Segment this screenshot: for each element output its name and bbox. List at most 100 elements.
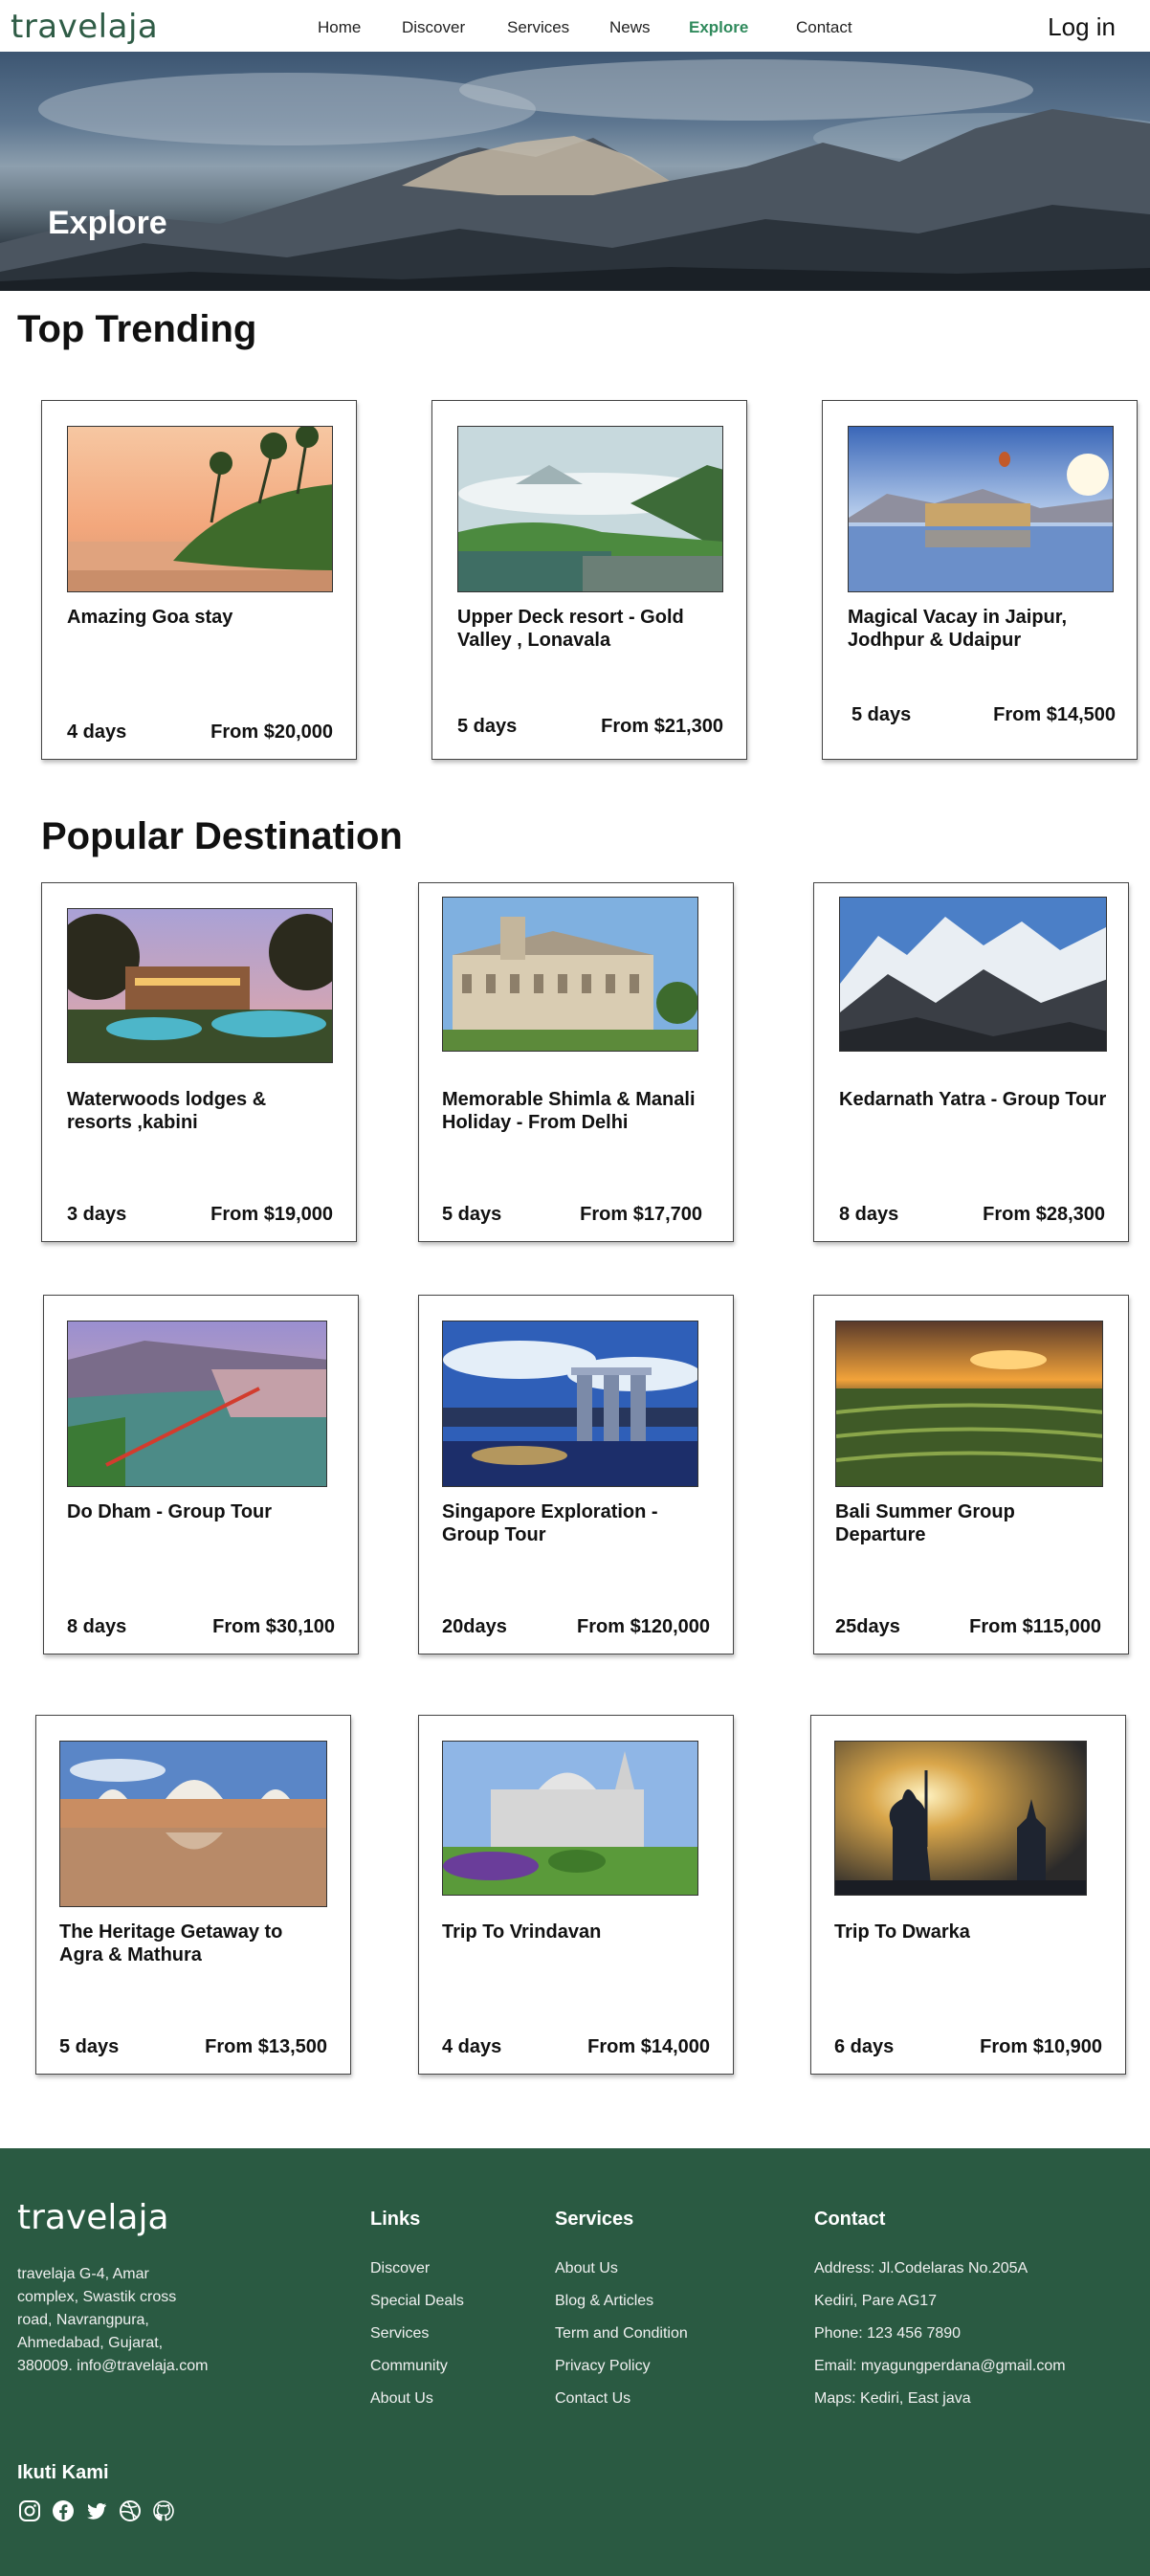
card-duration: 25days — [835, 1616, 900, 1637]
footer-address: travelaja G-4, Amar complex, Swastik cro… — [17, 2266, 209, 2374]
card-photo — [834, 1741, 1087, 1896]
footer-contact-list: Address: Jl.Codelaras No.205A Kediri, Pa… — [814, 2259, 1066, 2422]
card-price: From $20,000 — [210, 722, 333, 743]
instagram-icon[interactable] — [17, 2498, 42, 2523]
footer-service-about-us[interactable]: About Us — [555, 2259, 688, 2292]
card-duration: 4 days — [442, 2036, 502, 2057]
footer-service-contact[interactable]: Contact Us — [555, 2389, 688, 2422]
brand-logo[interactable]: travelaja — [11, 8, 158, 46]
site-footer: travelaja travelaja G-4, Amar complex, S… — [0, 2148, 1150, 2576]
login-button[interactable]: Log in — [1048, 12, 1116, 42]
dribbble-icon[interactable] — [118, 2498, 143, 2523]
popular-card-shimla[interactable]: Memorable Shimla & Manali Holiday - From… — [418, 882, 734, 1242]
card-price: From $115,000 — [969, 1616, 1101, 1637]
footer-link-community[interactable]: Community — [370, 2357, 464, 2389]
card-title: Memorable Shimla & Manali Holiday - From… — [442, 1089, 696, 1133]
follow-us-heading: Ikuti Kami — [17, 2462, 109, 2483]
card-photo — [839, 897, 1107, 1052]
card-photo — [442, 1321, 698, 1487]
card-price: From $21,300 — [601, 716, 723, 737]
card-price: From $28,300 — [983, 1204, 1105, 1225]
footer-service-terms[interactable]: Term and Condition — [555, 2324, 688, 2357]
resort-pool-image — [68, 909, 332, 1062]
card-title: Upper Deck resort - Gold Valley , Lonava… — [457, 607, 684, 651]
popular-card-vrindavan[interactable]: Trip To Vrindavan 4 days From $14,000 — [418, 1715, 734, 2075]
facebook-icon[interactable] — [51, 2498, 76, 2523]
footer-contact-city: Kediri, Pare AG17 — [814, 2293, 938, 2309]
popular-destination-heading: Popular Destination — [41, 815, 403, 857]
github-icon[interactable] — [151, 2498, 176, 2523]
nav-news[interactable]: News — [609, 18, 651, 37]
social-icons — [17, 2498, 176, 2523]
card-photo — [848, 426, 1114, 592]
twitter-icon[interactable] — [84, 2498, 109, 2523]
card-price: From $19,000 — [210, 1204, 333, 1225]
trend-card-lonavala[interactable]: Upper Deck resort - Gold Valley , Lonava… — [431, 400, 747, 760]
footer-link-about-us[interactable]: About Us — [370, 2389, 464, 2422]
card-title: Trip To Vrindavan — [442, 1921, 602, 1943]
nav-explore[interactable]: Explore — [689, 18, 748, 37]
card-photo — [835, 1321, 1103, 1487]
footer-link-services[interactable]: Services — [370, 2324, 464, 2357]
popular-card-agra[interactable]: The Heritage Getaway to Agra & Mathura 5… — [35, 1715, 351, 2075]
popular-card-kabini[interactable]: Waterwoods lodges & resorts ,kabini 3 da… — [41, 882, 357, 1242]
card-title: Amazing Goa stay — [67, 607, 233, 628]
palace-reflection-image — [60, 1742, 326, 1906]
river-bridge-image — [68, 1321, 326, 1486]
hero-banner: Explore — [0, 52, 1150, 291]
card-photo — [59, 1741, 327, 1907]
footer-links-list: Discover Special Deals Services Communit… — [370, 2259, 464, 2422]
card-price: From $17,700 — [580, 1204, 702, 1225]
card-title: Do Dham - Group Tour — [67, 1501, 273, 1522]
card-photo — [442, 1741, 698, 1896]
footer-link-special-deals[interactable]: Special Deals — [370, 2292, 464, 2324]
footer-brand-logo[interactable]: travelaja — [17, 2198, 169, 2237]
card-duration: 5 days — [59, 2036, 120, 2057]
top-trending-heading: Top Trending — [17, 308, 257, 350]
footer-link-discover[interactable]: Discover — [370, 2259, 464, 2292]
nav-services[interactable]: Services — [507, 18, 569, 37]
nav-discover[interactable]: Discover — [402, 18, 465, 37]
card-duration: 6 days — [834, 2036, 895, 2057]
nav-contact[interactable]: Contact — [796, 18, 852, 37]
marina-skyline-image — [443, 1321, 697, 1486]
card-title: Waterwoods lodges & resorts ,kabini — [67, 1089, 267, 1133]
nav-home[interactable]: Home — [318, 18, 361, 37]
footer-services-list: About Us Blog & Articles Term and Condit… — [555, 2259, 688, 2422]
trend-card-goa[interactable]: Amazing Goa stay 4 days From $20,000 — [41, 400, 357, 760]
popular-card-dwarka[interactable]: Trip To Dwarka 6 days From $10,900 — [810, 1715, 1126, 2075]
footer-service-privacy[interactable]: Privacy Policy — [555, 2357, 688, 2389]
popular-card-singapore[interactable]: Singapore Exploration - Group Tour 20day… — [418, 1295, 734, 1654]
card-title: Bali Summer Group Departure — [835, 1501, 1015, 1545]
hero-title: Explore — [48, 205, 167, 241]
misty-valley-image — [458, 427, 722, 591]
card-duration: 4 days — [67, 722, 127, 743]
card-price: From $14,000 — [587, 2036, 710, 2057]
white-temple-image — [443, 1742, 697, 1895]
card-photo — [457, 426, 723, 592]
card-duration: 5 days — [442, 1204, 502, 1225]
top-nav: travelaja Home Discover Services News Ex… — [0, 0, 1150, 52]
card-duration: 5 days — [851, 704, 912, 725]
trend-card-jaipur[interactable]: Magical Vacay in Jaipur, Jodhpur & Udaip… — [822, 400, 1138, 760]
popular-card-bali[interactable]: Bali Summer Group Departure 25days From … — [813, 1295, 1129, 1654]
card-photo — [67, 1321, 327, 1487]
shiva-statue-image — [835, 1742, 1086, 1895]
footer-service-blog[interactable]: Blog & Articles — [555, 2292, 688, 2324]
card-price: From $14,500 — [993, 704, 1116, 725]
card-title: Magical Vacay in Jaipur, Jodhpur & Udaip… — [848, 607, 1068, 651]
snow-mountains-image — [840, 898, 1106, 1051]
popular-card-kedarnath[interactable]: Kedarnath Yatra - Group Tour 8 days From… — [813, 882, 1129, 1242]
card-duration: 20days — [442, 1616, 507, 1637]
card-price: From $13,500 — [205, 2036, 327, 2057]
footer-contact-email[interactable]: Email: myagungperdana@gmail.com — [814, 2357, 1066, 2389]
footer-contact-maps[interactable]: Maps: Kediri, East java — [814, 2389, 1066, 2422]
card-title: Singapore Exploration - Group Tour — [442, 1501, 658, 1545]
rice-terraces-image — [836, 1321, 1102, 1486]
beach-sunset-image — [68, 427, 332, 591]
hero-mountain-image — [0, 59, 1150, 291]
popular-card-dodham[interactable]: Do Dham - Group Tour 8 days From $30,100 — [43, 1295, 359, 1654]
footer-contact-heading: Contact — [814, 2209, 886, 2230]
card-photo — [67, 908, 333, 1063]
card-title: The Heritage Getaway to Agra & Mathura — [59, 1921, 283, 1965]
